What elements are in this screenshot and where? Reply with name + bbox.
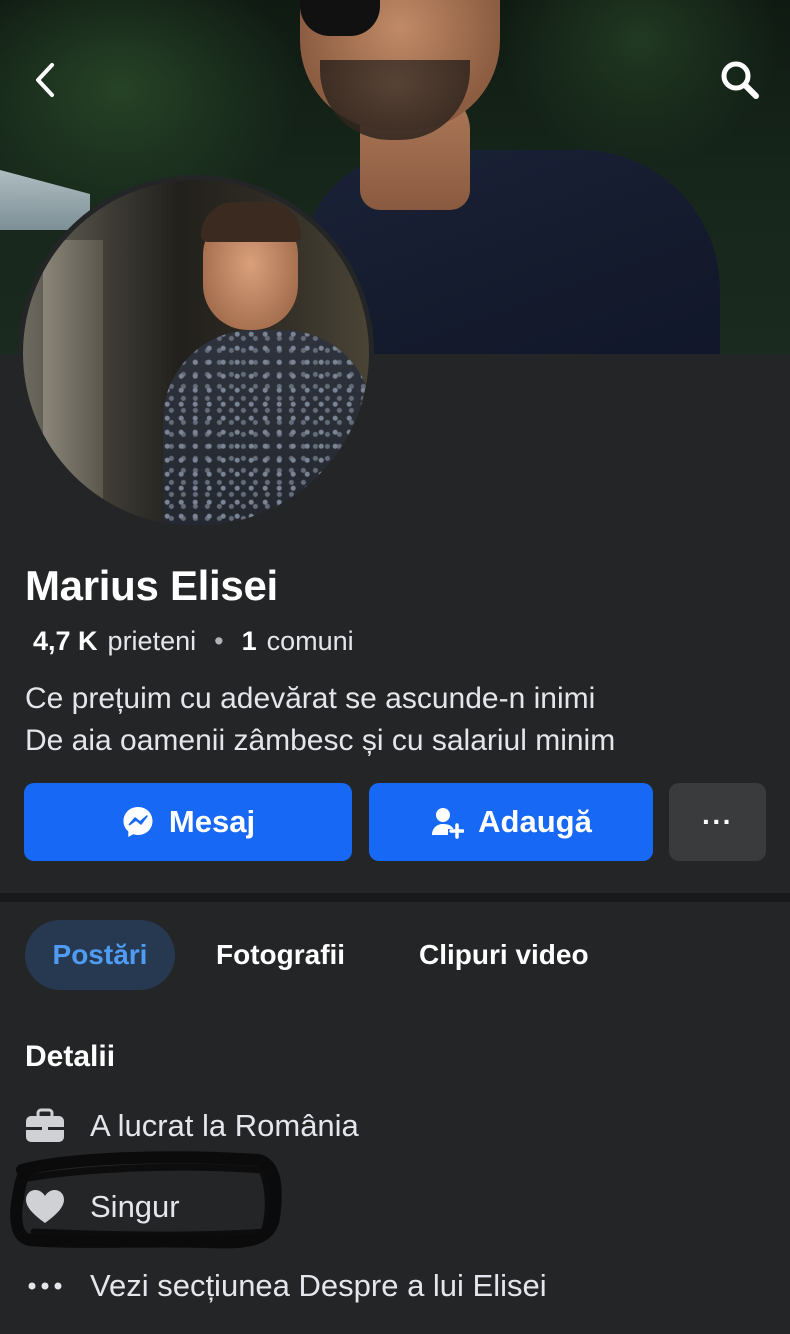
profile-picture[interactable] bbox=[18, 175, 374, 531]
add-friend-button[interactable]: Adaugă bbox=[369, 783, 653, 861]
detail-work-text: A lucrat la România bbox=[90, 1108, 359, 1143]
messenger-icon bbox=[123, 807, 153, 837]
message-button[interactable]: Mesaj bbox=[24, 783, 352, 861]
tab-photos[interactable]: Fotografii bbox=[216, 920, 345, 990]
section-divider bbox=[0, 893, 790, 902]
add-button-label: Adaugă bbox=[478, 804, 592, 839]
avatar-image bbox=[23, 180, 369, 526]
search-icon bbox=[721, 61, 759, 99]
avatar-hair bbox=[201, 202, 301, 242]
details-heading: Detalii bbox=[25, 1040, 116, 1073]
detail-relationship-text: Singur bbox=[90, 1189, 180, 1224]
avatar-body bbox=[163, 330, 369, 526]
bio-line-2: De aia oamenii zâmbesc și cu salariul mi… bbox=[25, 724, 616, 757]
profile-bio: Ce prețuim cu adevărat se ascunde-n inim… bbox=[25, 678, 615, 762]
more-dots-icon: ··· bbox=[702, 806, 733, 837]
message-button-label: Mesaj bbox=[168, 804, 256, 839]
add-person-icon bbox=[432, 808, 465, 839]
detail-relationship: Singur bbox=[24, 1186, 180, 1228]
more-options-button[interactable]: ··· bbox=[669, 783, 766, 861]
briefcase-icon bbox=[24, 1105, 66, 1147]
heart-icon bbox=[24, 1186, 66, 1228]
detail-work: A lucrat la România bbox=[24, 1105, 359, 1147]
chevron-left-icon bbox=[36, 63, 54, 97]
profile-stats: 4,7 K prieteni • 1 comuni bbox=[33, 626, 354, 657]
back-button[interactable] bbox=[16, 50, 76, 110]
friends-count[interactable]: 4,7 K bbox=[33, 626, 98, 657]
tab-videos[interactable]: Clipuri video bbox=[419, 920, 589, 990]
tab-posts[interactable]: Postări bbox=[25, 920, 175, 990]
mutual-label[interactable]: comuni bbox=[267, 626, 354, 657]
friends-label[interactable]: prieteni bbox=[108, 626, 197, 657]
avatar-background-pillar bbox=[43, 240, 103, 526]
profile-name: Marius Elisei bbox=[25, 562, 278, 609]
mutual-count[interactable]: 1 bbox=[242, 626, 257, 657]
see-about-link[interactable]: Vezi secțiunea Despre a lui Elisei bbox=[24, 1265, 547, 1307]
see-about-text: Vezi secțiunea Despre a lui Elisei bbox=[90, 1268, 547, 1303]
more-dots-icon bbox=[24, 1265, 66, 1307]
bio-line-1: Ce prețuim cu adevărat se ascunde-n inim… bbox=[25, 682, 596, 715]
search-button[interactable] bbox=[710, 50, 770, 110]
stats-separator: • bbox=[214, 626, 224, 656]
